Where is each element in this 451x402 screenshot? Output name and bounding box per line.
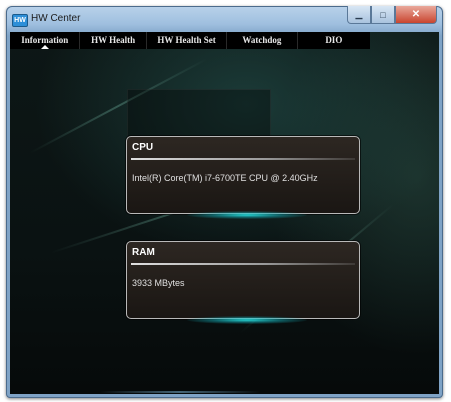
title-bar[interactable]: HW HW Center ▁ □ ✕ bbox=[6, 6, 443, 32]
tab-information[interactable]: Information bbox=[10, 32, 81, 49]
minimize-icon: ▁ bbox=[355, 9, 363, 19]
ram-card: RAM 3933 MBytes bbox=[126, 241, 360, 324]
background-panel bbox=[127, 89, 271, 139]
tab-hw-health[interactable]: HW Health bbox=[80, 32, 147, 49]
minimize-button[interactable]: ▁ bbox=[347, 6, 371, 24]
cpu-divider bbox=[131, 158, 355, 160]
ram-divider bbox=[131, 263, 355, 265]
maximize-button[interactable]: □ bbox=[371, 6, 395, 24]
tab-dio[interactable]: DIO bbox=[298, 32, 370, 49]
close-button[interactable]: ✕ bbox=[395, 6, 437, 24]
window-title: HW Center bbox=[31, 13, 81, 24]
tab-watchdog[interactable]: Watchdog bbox=[227, 32, 298, 49]
close-icon: ✕ bbox=[411, 9, 421, 20]
cpu-card: CPU Intel(R) Core(TM) i7-6700TE CPU @ 2.… bbox=[126, 136, 360, 219]
ram-glow bbox=[187, 316, 307, 324]
cpu-card-header: CPU bbox=[127, 137, 359, 157]
bottom-highlight bbox=[100, 391, 260, 393]
client-area: Information HW Health HW Health Set Watc… bbox=[10, 32, 439, 394]
tab-hw-health-set[interactable]: HW Health Set bbox=[147, 32, 228, 49]
app-icon: HW bbox=[12, 14, 28, 27]
cpu-card-title: CPU bbox=[132, 142, 154, 153]
ram-card-title: RAM bbox=[132, 247, 155, 258]
ram-value: 3933 MBytes bbox=[132, 278, 185, 288]
maximize-icon: □ bbox=[380, 9, 386, 20]
window-controls: ▁ □ ✕ bbox=[347, 6, 437, 24]
hw-center-window: HW HW Center ▁ □ ✕ Information HW Health… bbox=[6, 6, 443, 398]
cpu-value: Intel(R) Core(TM) i7-6700TE CPU @ 2.40GH… bbox=[132, 173, 318, 183]
cpu-glow bbox=[187, 211, 307, 219]
ram-card-header: RAM bbox=[127, 242, 359, 262]
tab-bar: Information HW Health HW Health Set Watc… bbox=[10, 32, 370, 49]
